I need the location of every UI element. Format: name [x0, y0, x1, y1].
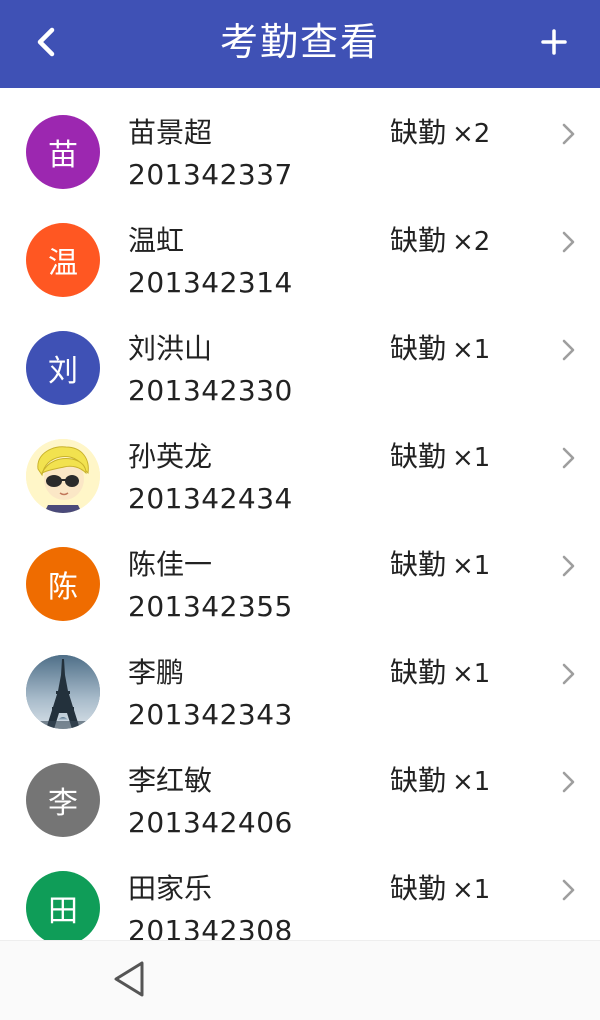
avatar: 李	[26, 763, 100, 837]
student-id: 201342406	[128, 806, 293, 839]
absence-count: ×2	[452, 119, 491, 149]
chevron-right-icon	[562, 339, 575, 361]
absence-count: ×1	[452, 335, 491, 365]
avatar: 温	[26, 223, 100, 297]
absence-label: 缺勤	[390, 656, 447, 689]
chevron-right-icon	[562, 123, 575, 145]
avatar: 田	[26, 871, 100, 940]
absence-info: 缺勤 ×2	[390, 116, 490, 151]
absence-info: 缺勤 ×1	[390, 656, 490, 691]
avatar-photo	[26, 439, 100, 513]
list-item[interactable]: 刘 刘洪山 201342330 缺勤 ×1	[0, 304, 600, 412]
student-name: 陈佳一	[128, 548, 213, 581]
student-name: 李红敏	[128, 764, 213, 797]
absence-label: 缺勤	[390, 116, 447, 149]
student-id: 201342337	[128, 158, 293, 191]
cartoon-avatar-image	[26, 439, 100, 513]
student-id: 201342308	[128, 914, 293, 940]
list-item[interactable]: 陈 陈佳一 201342355 缺勤 ×1	[0, 520, 600, 628]
avatar-photo	[26, 655, 100, 729]
chevron-right-icon	[562, 771, 575, 793]
list-item[interactable]: 孙英龙 201342434 缺勤 ×1	[0, 412, 600, 520]
absence-count: ×1	[452, 443, 491, 473]
list-item[interactable]: 田 田家乐 201342308 缺勤 ×1	[0, 844, 600, 940]
list-item[interactable]: 苗 苗景超 201342337 缺勤 ×2	[0, 88, 600, 196]
avatar: 陈	[26, 547, 100, 621]
absence-label: 缺勤	[390, 224, 447, 257]
student-name: 孙英龙	[128, 440, 213, 473]
app-bar: 考勤查看	[0, 0, 600, 88]
absence-count: ×1	[452, 551, 491, 581]
avatar: 刘	[26, 331, 100, 405]
absence-count: ×2	[452, 227, 491, 257]
avatar: 苗	[26, 115, 100, 189]
absence-info: 缺勤 ×1	[390, 332, 490, 367]
absence-count: ×1	[452, 659, 491, 689]
absence-count: ×1	[452, 767, 491, 797]
absence-label: 缺勤	[390, 872, 447, 905]
plus-icon	[541, 29, 567, 55]
add-button[interactable]	[528, 16, 580, 68]
student-id: 201342314	[128, 266, 293, 299]
absence-info: 缺勤 ×1	[390, 440, 490, 475]
chevron-right-icon	[562, 447, 575, 469]
absence-label: 缺勤	[390, 764, 447, 797]
chevron-right-icon	[562, 879, 575, 901]
chevron-right-icon	[562, 555, 575, 577]
triangle-back-icon[interactable]	[108, 957, 152, 1001]
student-name: 李鹏	[128, 656, 185, 689]
system-nav-bar	[0, 940, 600, 1020]
chevron-right-icon	[562, 663, 575, 685]
absence-info: 缺勤 ×1	[390, 764, 490, 799]
student-name: 温虹	[128, 224, 185, 257]
student-name: 苗景超	[128, 116, 213, 149]
student-name: 刘洪山	[128, 332, 213, 365]
absence-count: ×1	[452, 875, 491, 905]
page-title: 考勤查看	[219, 20, 380, 64]
absence-label: 缺勤	[390, 332, 447, 365]
list-item[interactable]: 温 温虹 201342314 缺勤 ×2	[0, 196, 600, 304]
attendance-list: 苗 苗景超 201342337 缺勤 ×2 温 温虹 201342314 缺勤 ×2…	[0, 88, 600, 940]
list-item[interactable]: 李鹏 201342343 缺勤 ×1	[0, 628, 600, 736]
absence-info: 缺勤 ×1	[390, 872, 490, 907]
list-item[interactable]: 李 李红敏 201342406 缺勤 ×1	[0, 736, 600, 844]
absence-info: 缺勤 ×1	[390, 548, 490, 583]
student-id: 201342355	[128, 590, 293, 623]
student-id: 201342330	[128, 374, 293, 407]
student-id: 201342343	[128, 698, 293, 731]
student-id: 201342434	[128, 482, 293, 515]
student-name: 田家乐	[128, 872, 213, 905]
eiffel-tower-avatar-image	[26, 655, 100, 729]
chevron-right-icon	[562, 231, 575, 253]
absence-label: 缺勤	[390, 548, 447, 581]
absence-info: 缺勤 ×2	[390, 224, 490, 259]
absence-label: 缺勤	[390, 440, 447, 473]
